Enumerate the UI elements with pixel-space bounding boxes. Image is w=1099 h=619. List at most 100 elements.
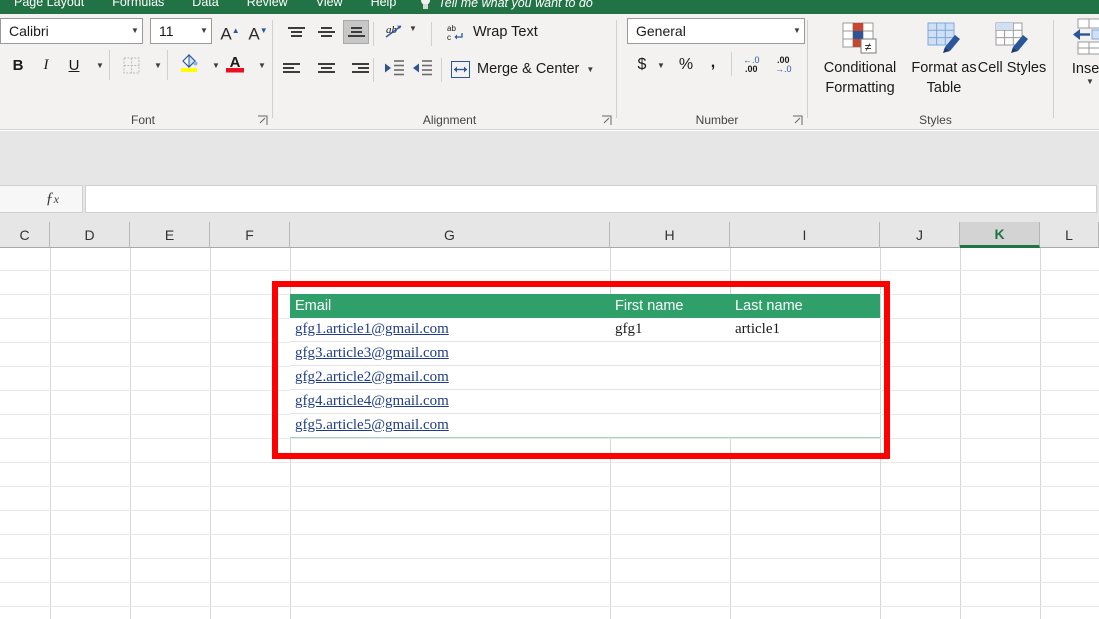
cell-last-name[interactable] (730, 342, 880, 366)
tab-review[interactable]: Review (233, 0, 302, 14)
number-dialog-launcher[interactable] (792, 115, 803, 126)
table-row[interactable]: gfg5.article5@gmail.com (290, 414, 880, 438)
alignment-dialog-launcher[interactable] (601, 115, 612, 126)
underline-button[interactable]: U (62, 52, 86, 78)
bottom-align-icon[interactable] (343, 20, 369, 44)
cell-first-name[interactable] (610, 390, 730, 414)
grid-column-line (1040, 248, 1041, 619)
cell-first-name[interactable] (610, 366, 730, 390)
column-header-I[interactable]: I (730, 222, 880, 248)
fx-icon[interactable]: ƒx (23, 190, 83, 208)
number-format-select[interactable]: General ▼ (627, 18, 805, 44)
accounting-dropdown[interactable]: ▼ (653, 52, 669, 78)
table-row[interactable]: gfg4.article4@gmail.com (290, 390, 880, 414)
top-align-icon[interactable] (283, 20, 309, 44)
conditional-formatting-button[interactable]: ≠ Conditional Formatting (818, 18, 902, 118)
decrease-indent-icon[interactable] (382, 58, 406, 83)
italic-button[interactable]: I (34, 52, 58, 78)
cell-email[interactable]: gfg4.article4@gmail.com (290, 390, 610, 414)
table-header-first-name[interactable]: First name (610, 294, 730, 318)
tab-view[interactable]: View (302, 0, 357, 14)
font-color-dropdown[interactable]: ▼ (250, 52, 274, 78)
align-left-icon[interactable] (283, 56, 309, 80)
tell-me-box[interactable]: Tell me what you want to do (410, 0, 593, 10)
insert-cells-button[interactable]: Insert ▼ (1055, 18, 1099, 86)
font-size-value: 11 (159, 23, 174, 39)
cell-last-name[interactable]: article1 (730, 318, 880, 342)
chevron-down-icon[interactable]: ▼ (128, 19, 142, 43)
table-row[interactable]: gfg2.article2@gmail.com (290, 366, 880, 390)
grow-font-button[interactable]: A▲ (217, 19, 243, 44)
wrap-text-button[interactable]: ab c Wrap Text (446, 19, 538, 45)
borders-icon[interactable] (118, 52, 144, 78)
tab-data[interactable]: Data (178, 0, 232, 14)
chevron-down-icon[interactable]: ▼ (790, 19, 804, 43)
merge-center-label: Merge & Center (477, 61, 580, 77)
middle-align-icon[interactable] (313, 20, 339, 44)
divider (807, 20, 808, 118)
cell-first-name[interactable] (610, 342, 730, 366)
align-center-icon[interactable] (313, 56, 339, 80)
ribbon-tab-strip: Page Layout Formulas Data Review View He… (0, 0, 1099, 14)
column-header-E[interactable]: E (130, 222, 210, 248)
cell-styles-button[interactable]: Cell Styles (970, 18, 1054, 118)
chevron-down-icon[interactable]: ▼ (197, 19, 211, 43)
cell-first-name[interactable]: gfg1 (610, 318, 730, 342)
font-color-icon[interactable]: A (222, 50, 248, 76)
cell-email[interactable]: gfg5.article5@gmail.com (290, 414, 610, 438)
divider (731, 52, 732, 76)
grid-row-line (0, 534, 1099, 535)
email-link[interactable]: gfg4.article4@gmail.com (295, 393, 449, 410)
column-header-L[interactable]: L (1040, 222, 1099, 248)
cell-email[interactable]: gfg3.article3@gmail.com (290, 342, 610, 366)
bold-button[interactable]: B (6, 52, 30, 78)
cell-last-name[interactable] (730, 390, 880, 414)
table-header-last-name[interactable]: Last name (730, 294, 880, 318)
column-header-J[interactable]: J (880, 222, 960, 248)
svg-text:c: c (447, 33, 451, 42)
merge-center-dropdown[interactable]: ▼ (586, 65, 594, 74)
column-header-G[interactable]: G (290, 222, 610, 248)
email-link[interactable]: gfg5.article5@gmail.com (295, 417, 449, 434)
insert-dropdown[interactable]: ▼ (1086, 77, 1094, 86)
email-link[interactable]: gfg2.article2@gmail.com (295, 369, 449, 386)
cell-first-name[interactable] (610, 414, 730, 438)
orientation-icon[interactable]: ab (383, 21, 407, 43)
formula-input[interactable] (85, 185, 1097, 213)
merge-center-button[interactable]: Merge & Center ▼ (451, 56, 594, 82)
checkmark-icon[interactable]: ✓ (0, 189, 23, 209)
table-row[interactable]: gfg3.article3@gmail.com (290, 342, 880, 366)
align-right-icon[interactable] (343, 56, 369, 80)
column-header-H[interactable]: H (610, 222, 730, 248)
column-header-K[interactable]: K (960, 222, 1040, 248)
cell-email[interactable]: gfg2.article2@gmail.com (290, 366, 610, 390)
shrink-font-button[interactable]: A▼ (245, 19, 271, 44)
increase-decimal-icon[interactable]: ←.0.00 (743, 56, 760, 74)
decrease-decimal-icon[interactable]: .00 →.0 (775, 56, 792, 74)
column-header-D[interactable]: D (50, 222, 130, 248)
accounting-format-button[interactable]: $ (631, 52, 653, 78)
increase-indent-icon[interactable] (410, 58, 434, 83)
font-name-input[interactable]: Calibri ▼ (0, 18, 143, 44)
column-header-F[interactable]: F (210, 222, 290, 248)
table-row[interactable]: gfg1.article1@gmail.com gfg1 article1 (290, 318, 880, 342)
font-size-input[interactable]: 11 ▼ (150, 18, 212, 44)
tab-help[interactable]: Help (357, 0, 411, 14)
percent-format-button[interactable]: % (675, 52, 697, 78)
tab-formulas[interactable]: Formulas (98, 0, 178, 14)
email-link[interactable]: gfg3.article3@gmail.com (295, 345, 449, 362)
cell-last-name[interactable] (730, 414, 880, 438)
cell-last-name[interactable] (730, 366, 880, 390)
cell-email[interactable]: gfg1.article1@gmail.com (290, 318, 610, 342)
comma-format-button[interactable]: , (702, 50, 724, 76)
table-header-email[interactable]: Email (290, 294, 610, 318)
grid-row-line (0, 462, 1099, 463)
fill-color-icon[interactable] (176, 50, 202, 76)
tab-page-layout[interactable]: Page Layout (0, 0, 98, 14)
orientation-dropdown[interactable]: ▼ (409, 24, 417, 33)
column-header-C[interactable]: C (0, 222, 50, 248)
grid-column-line (130, 248, 131, 619)
font-dialog-launcher[interactable] (257, 115, 268, 126)
table-header-row: Email First name Last name (290, 294, 880, 318)
email-link[interactable]: gfg1.article1@gmail.com (295, 321, 449, 338)
